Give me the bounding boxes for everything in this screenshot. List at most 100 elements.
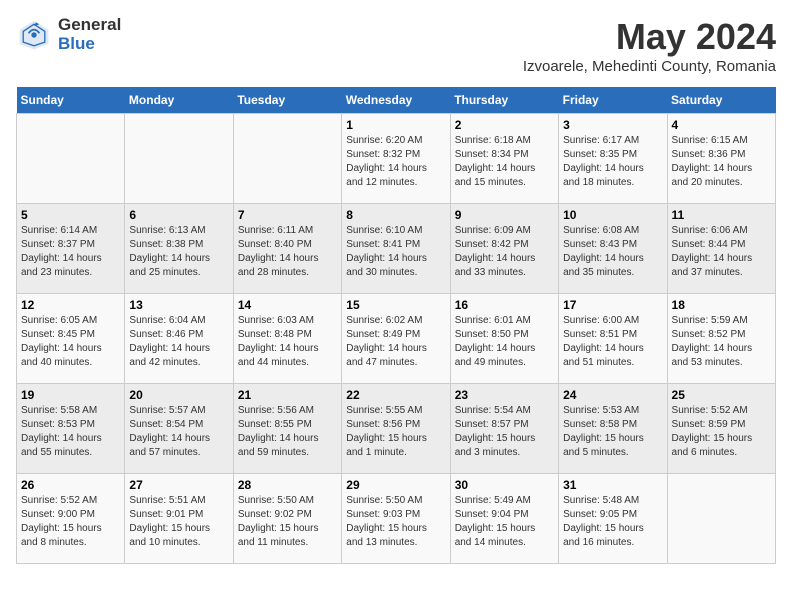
day-info: Sunrise: 6:04 AM Sunset: 8:46 PM Dayligh…: [129, 314, 228, 370]
day-header-monday: Monday: [125, 87, 233, 114]
calendar-cell: 6Sunrise: 6:13 AM Sunset: 8:38 PM Daylig…: [125, 204, 233, 294]
calendar-cell: 24Sunrise: 5:53 AM Sunset: 8:58 PM Dayli…: [559, 384, 667, 474]
day-number: 19: [21, 388, 120, 402]
day-number: 31: [563, 478, 662, 492]
calendar-cell: 21 Sunrise: 5:56 AM Sunset: 8:55 PM Dayli…: [233, 384, 341, 474]
calendar-cell: 14 Sunrise: 6:03 AM Sunset: 8:48 PM Dayli…: [233, 294, 341, 384]
calendar-cell: 4 Sunrise: 6:15 AM Sunset: 8:36 PM Daylig…: [667, 114, 775, 204]
day-info: Sunrise: 6:09 AM Sunset: 8:42 PM Dayligh…: [455, 224, 554, 280]
calendar-cell: 3Sunrise: 6:17 AM Sunset: 8:35 PM Daylig…: [559, 114, 667, 204]
day-info: Sunrise: 6:11 AM Sunset: 8:40 PM Dayligh…: [238, 224, 337, 280]
day-info: Sunrise: 5:48 AM Sunset: 9:05 PM Dayligh…: [563, 494, 662, 550]
calendar-cell: 10 Sunrise: 6:08 AM Sunset: 8:43 PM Dayli…: [559, 204, 667, 294]
day-number: 2: [455, 118, 554, 132]
day-info: Sunrise: 6:13 AM Sunset: 8:38 PM Dayligh…: [129, 224, 228, 280]
calendar-week-2: 5Sunrise: 6:14 AM Sunset: 8:37 PM Daylig…: [17, 204, 776, 294]
day-number: 25: [672, 388, 771, 402]
day-number: 23: [455, 388, 554, 402]
calendar-cell: 2 Sunrise: 6:18 AM Sunset: 8:34 PM Daylig…: [450, 114, 558, 204]
day-number: 30: [455, 478, 554, 492]
calendar-week-5: 26 Sunrise: 5:52 AM Sunset: 9:00 PM Dayli…: [17, 474, 776, 564]
day-header-thursday: Thursday: [450, 87, 558, 114]
day-info: Sunrise: 5:56 AM Sunset: 8:55 PM Dayligh…: [238, 404, 337, 460]
day-number: 11: [672, 208, 771, 222]
day-info: Sunrise: 5:58 AM Sunset: 8:53 PM Dayligh…: [21, 404, 120, 460]
calendar-cell: 9 Sunrise: 6:09 AM Sunset: 8:42 PM Daylig…: [450, 204, 558, 294]
day-info: Sunrise: 5:52 AM Sunset: 9:00 PM Dayligh…: [21, 494, 120, 550]
title-block: May 2024 Izvoarele, Mehedinti County, Ro…: [523, 16, 776, 75]
calendar-cell: 11 Sunrise: 6:06 AM Sunset: 8:44 PM Dayli…: [667, 204, 775, 294]
calendar-cell: [125, 114, 233, 204]
day-info: Sunrise: 6:05 AM Sunset: 8:45 PM Dayligh…: [21, 314, 120, 370]
logo: General Blue: [16, 16, 121, 53]
day-info: Sunrise: 5:52 AM Sunset: 8:59 PM Dayligh…: [672, 404, 771, 460]
day-info: Sunrise: 6:15 AM Sunset: 8:36 PM Dayligh…: [672, 134, 771, 190]
calendar-cell: 16 Sunrise: 6:01 AM Sunset: 8:50 PM Dayli…: [450, 294, 558, 384]
day-number: 1: [346, 118, 445, 132]
day-number: 9: [455, 208, 554, 222]
day-info: Sunrise: 6:01 AM Sunset: 8:50 PM Dayligh…: [455, 314, 554, 370]
calendar-cell: 13 Sunrise: 6:04 AM Sunset: 8:46 PM Dayli…: [125, 294, 233, 384]
day-info: Sunrise: 6:00 AM Sunset: 8:51 PM Dayligh…: [563, 314, 662, 370]
day-info: Sunrise: 6:02 AM Sunset: 8:49 PM Dayligh…: [346, 314, 445, 370]
day-number: 17: [563, 298, 662, 312]
day-number: 22: [346, 388, 445, 402]
day-number: 29: [346, 478, 445, 492]
day-info: Sunrise: 6:20 AM Sunset: 8:32 PM Dayligh…: [346, 134, 445, 190]
day-number: 21: [238, 388, 337, 402]
calendar-cell: 30 Sunrise: 5:49 AM Sunset: 9:04 PM Dayli…: [450, 474, 558, 564]
day-info: Sunrise: 5:59 AM Sunset: 8:52 PM Dayligh…: [672, 314, 771, 370]
day-header-sunday: Sunday: [17, 87, 125, 114]
calendar-table: SundayMondayTuesdayWednesdayThursdayFrid…: [16, 87, 776, 564]
subtitle: Izvoarele, Mehedinti County, Romania: [523, 58, 776, 75]
day-number: 4: [672, 118, 771, 132]
day-info: Sunrise: 5:53 AM Sunset: 8:58 PM Dayligh…: [563, 404, 662, 460]
day-header-wednesday: Wednesday: [342, 87, 450, 114]
calendar-cell: 27 Sunrise: 5:51 AM Sunset: 9:01 PM Dayli…: [125, 474, 233, 564]
day-number: 27: [129, 478, 228, 492]
day-info: Sunrise: 5:55 AM Sunset: 8:56 PM Dayligh…: [346, 404, 445, 460]
day-info: Sunrise: 6:10 AM Sunset: 8:41 PM Dayligh…: [346, 224, 445, 280]
day-number: 14: [238, 298, 337, 312]
day-number: 5: [21, 208, 120, 222]
day-number: 13: [129, 298, 228, 312]
day-header-saturday: Saturday: [667, 87, 775, 114]
calendar-week-4: 19 Sunrise: 5:58 AM Sunset: 8:53 PM Dayli…: [17, 384, 776, 474]
calendar-cell: [17, 114, 125, 204]
day-number: 10: [563, 208, 662, 222]
calendar-cell: 18Sunrise: 5:59 AM Sunset: 8:52 PM Dayli…: [667, 294, 775, 384]
calendar-cell: 15 Sunrise: 6:02 AM Sunset: 8:49 PM Dayli…: [342, 294, 450, 384]
day-number: 8: [346, 208, 445, 222]
day-info: Sunrise: 5:57 AM Sunset: 8:54 PM Dayligh…: [129, 404, 228, 460]
day-number: 20: [129, 388, 228, 402]
calendar-cell: 28Sunrise: 5:50 AM Sunset: 9:02 PM Dayli…: [233, 474, 341, 564]
day-header-tuesday: Tuesday: [233, 87, 341, 114]
day-info: Sunrise: 5:49 AM Sunset: 9:04 PM Dayligh…: [455, 494, 554, 550]
calendar-cell: 29Sunrise: 5:50 AM Sunset: 9:03 PM Dayli…: [342, 474, 450, 564]
logo-general: General: [58, 16, 121, 35]
day-info: Sunrise: 6:06 AM Sunset: 8:44 PM Dayligh…: [672, 224, 771, 280]
day-number: 15: [346, 298, 445, 312]
calendar-cell: [233, 114, 341, 204]
calendar-cell: 20 Sunrise: 5:57 AM Sunset: 8:54 PM Dayli…: [125, 384, 233, 474]
calendar-cell: 12 Sunrise: 6:05 AM Sunset: 8:45 PM Dayli…: [17, 294, 125, 384]
calendar-cell: 8 Sunrise: 6:10 AM Sunset: 8:41 PM Daylig…: [342, 204, 450, 294]
calendar-cell: 25 Sunrise: 5:52 AM Sunset: 8:59 PM Dayli…: [667, 384, 775, 474]
day-number: 16: [455, 298, 554, 312]
calendar-week-1: 1 Sunrise: 6:20 AM Sunset: 8:32 PM Daylig…: [17, 114, 776, 204]
calendar-cell: 19 Sunrise: 5:58 AM Sunset: 8:53 PM Dayli…: [17, 384, 125, 474]
day-number: 28: [238, 478, 337, 492]
calendar-week-3: 12 Sunrise: 6:05 AM Sunset: 8:45 PM Dayli…: [17, 294, 776, 384]
calendar-cell: [667, 474, 775, 564]
main-title: May 2024: [523, 16, 776, 58]
calendar-cell: 5Sunrise: 6:14 AM Sunset: 8:37 PM Daylig…: [17, 204, 125, 294]
day-info: Sunrise: 6:18 AM Sunset: 8:34 PM Dayligh…: [455, 134, 554, 190]
day-info: Sunrise: 6:03 AM Sunset: 8:48 PM Dayligh…: [238, 314, 337, 370]
day-info: Sunrise: 6:08 AM Sunset: 8:43 PM Dayligh…: [563, 224, 662, 280]
day-number: 12: [21, 298, 120, 312]
calendar-cell: 31 Sunrise: 5:48 AM Sunset: 9:05 PM Dayli…: [559, 474, 667, 564]
page-header: General Blue May 2024 Izvoarele, Mehedin…: [16, 16, 776, 75]
day-info: Sunrise: 5:51 AM Sunset: 9:01 PM Dayligh…: [129, 494, 228, 550]
calendar-body: 1 Sunrise: 6:20 AM Sunset: 8:32 PM Daylig…: [17, 114, 776, 564]
day-number: 26: [21, 478, 120, 492]
